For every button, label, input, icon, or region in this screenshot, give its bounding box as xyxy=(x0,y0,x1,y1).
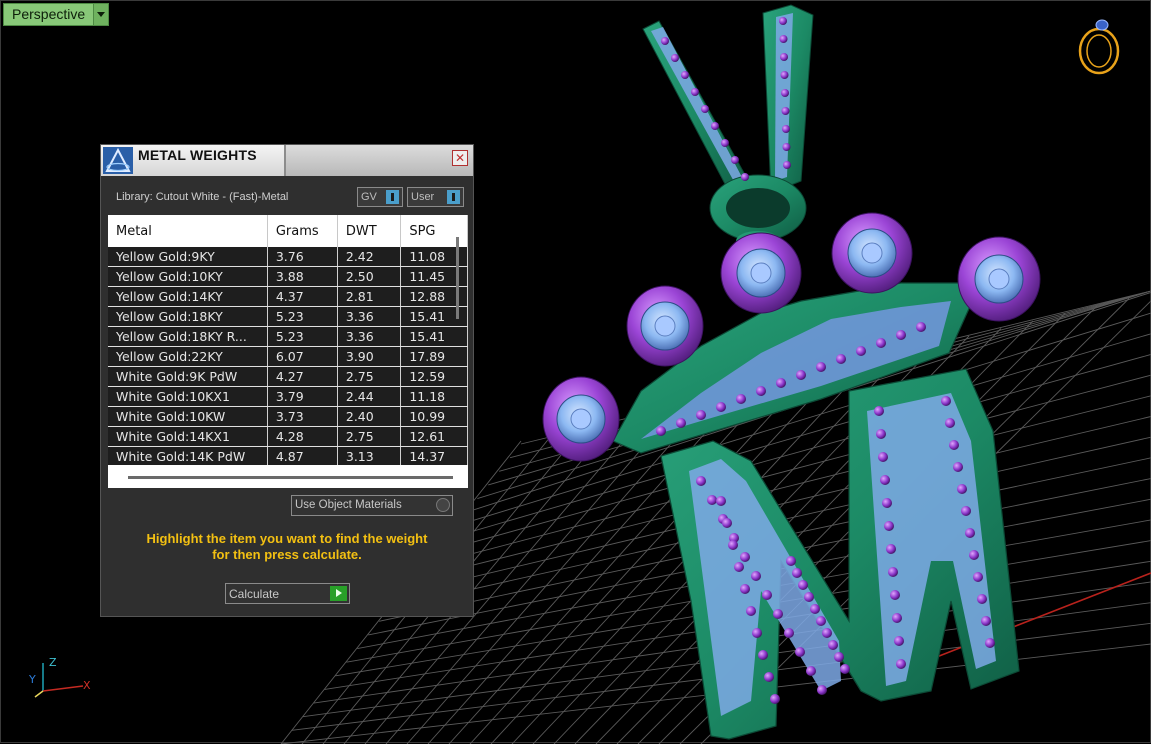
cell-spg: 11.18 xyxy=(401,387,468,407)
cell-metal: Yellow Gold:18KY R... xyxy=(108,327,267,347)
cell-dwt: 2.42 xyxy=(337,247,400,267)
table-row[interactable]: White Gold:10KW3.732.4010.99 xyxy=(108,407,468,427)
instruction-text: Highlight the item you want to find the … xyxy=(111,531,463,563)
table-row[interactable]: Yellow Gold:9KY3.762.4211.08 xyxy=(108,247,468,267)
cell-metal: Yellow Gold:18KY xyxy=(108,307,267,327)
table-row[interactable]: White Gold:14KX14.282.7512.61 xyxy=(108,427,468,447)
vertical-scrollbar[interactable] xyxy=(456,237,459,319)
cell-dwt: 3.13 xyxy=(337,447,400,467)
cell-metal: White Gold:9K PdW xyxy=(108,367,267,387)
axis-indicator: Z X Y xyxy=(23,653,103,707)
app-logo-icon xyxy=(103,147,133,174)
dropdown-arrow-icon[interactable] xyxy=(93,4,108,25)
table-row[interactable]: Yellow Gold:22KY6.073.9017.89 xyxy=(108,347,468,367)
cell-grams: 4.37 xyxy=(267,287,337,307)
table-header-row: Metal Grams DWT SPG xyxy=(108,215,468,247)
cell-grams: 3.76 xyxy=(267,247,337,267)
table-row[interactable]: White Gold:14K PdW4.873.1314.37 xyxy=(108,447,468,467)
gv-toggle[interactable]: GV xyxy=(357,187,403,207)
close-icon[interactable]: ✕ xyxy=(452,150,468,166)
viewport-label-tab[interactable]: Perspective xyxy=(3,3,109,26)
cell-dwt: 2.50 xyxy=(337,267,400,287)
cell-spg: 14.37 xyxy=(401,447,468,467)
cell-dwt: 2.44 xyxy=(337,387,400,407)
cell-dwt: 2.75 xyxy=(337,427,400,447)
axis-y-label: Y xyxy=(29,673,36,686)
cell-dwt: 3.36 xyxy=(337,307,400,327)
metal-weights-table[interactable]: Metal Grams DWT SPG Yellow Gold:9KY3.762… xyxy=(108,215,468,488)
calculate-button[interactable]: Calculate xyxy=(225,583,350,604)
panel-title-bar[interactable]: METAL WEIGHTS ✕ xyxy=(101,145,473,176)
toggle-knob-icon[interactable] xyxy=(386,190,399,204)
cell-metal: White Gold:10KX1 xyxy=(108,387,267,407)
cell-metal: White Gold:14KX1 xyxy=(108,427,267,447)
table-row[interactable]: White Gold:10KX13.792.4411.18 xyxy=(108,387,468,407)
cell-grams: 4.28 xyxy=(267,427,337,447)
panel-title-tab[interactable]: METAL WEIGHTS xyxy=(101,145,286,176)
cell-grams: 3.88 xyxy=(267,267,337,287)
table-row[interactable]: Yellow Gold:18KY5.233.3615.41 xyxy=(108,307,468,327)
cell-spg: 17.89 xyxy=(401,347,468,367)
axis-x-label: X xyxy=(83,679,91,692)
user-toggle[interactable]: User xyxy=(407,187,464,207)
cell-grams: 3.79 xyxy=(267,387,337,407)
cell-dwt: 3.36 xyxy=(337,327,400,347)
cell-metal: Yellow Gold:22KY xyxy=(108,347,267,367)
cell-grams: 6.07 xyxy=(267,347,337,367)
table-row[interactable]: Yellow Gold:18KY R...5.233.3615.41 xyxy=(108,327,468,347)
radio-icon[interactable] xyxy=(436,498,450,512)
play-icon[interactable] xyxy=(330,586,347,601)
viewport-label[interactable]: Perspective xyxy=(4,4,93,25)
cell-dwt: 2.75 xyxy=(337,367,400,387)
gv-toggle-label: GV xyxy=(358,191,377,203)
cell-metal: White Gold:14K PdW xyxy=(108,447,267,467)
cell-metal: Yellow Gold:10KY xyxy=(108,267,267,287)
cell-grams: 4.87 xyxy=(267,447,337,467)
cell-grams: 5.23 xyxy=(267,327,337,347)
use-object-materials-toggle[interactable]: Use Object Materials xyxy=(291,495,453,516)
instruction-line-2: for then press calculate. xyxy=(111,547,463,563)
column-header-dwt[interactable]: DWT xyxy=(337,215,400,247)
library-label: Library: Cutout White - (Fast)-Metal xyxy=(116,191,288,203)
ring-navigator-icon[interactable] xyxy=(1073,15,1125,77)
calculate-label: Calculate xyxy=(229,587,279,601)
user-toggle-label: User xyxy=(408,191,434,203)
toggle-knob-icon[interactable] xyxy=(447,190,460,204)
cell-spg: 10.99 xyxy=(401,407,468,427)
use-object-materials-label: Use Object Materials xyxy=(295,499,402,511)
cell-spg: 15.41 xyxy=(401,327,468,347)
horizontal-scrollbar[interactable] xyxy=(128,476,453,479)
table-row[interactable]: Yellow Gold:14KY4.372.8112.88 xyxy=(108,287,468,307)
horizontal-scroll-area xyxy=(108,465,468,488)
instruction-line-1: Highlight the item you want to find the … xyxy=(111,531,463,547)
cell-dwt: 3.90 xyxy=(337,347,400,367)
cell-metal: White Gold:10KW xyxy=(108,407,267,427)
cell-dwt: 2.81 xyxy=(337,287,400,307)
table-row[interactable]: White Gold:9K PdW4.272.7512.59 xyxy=(108,367,468,387)
cell-grams: 3.73 xyxy=(267,407,337,427)
cell-grams: 5.23 xyxy=(267,307,337,327)
cell-spg: 12.59 xyxy=(401,367,468,387)
column-header-metal[interactable]: Metal xyxy=(108,215,267,247)
3d-viewport[interactable]: Perspective Z X Y METAL WEIGHTS xyxy=(0,0,1151,743)
axis-z-label: Z xyxy=(49,656,57,669)
cell-metal: Yellow Gold:14KY xyxy=(108,287,267,307)
cell-metal: Yellow Gold:9KY xyxy=(108,247,267,267)
panel-title: METAL WEIGHTS xyxy=(138,147,257,163)
cell-grams: 4.27 xyxy=(267,367,337,387)
column-header-grams[interactable]: Grams xyxy=(267,215,337,247)
cell-dwt: 2.40 xyxy=(337,407,400,427)
cell-spg: 12.61 xyxy=(401,427,468,447)
table-row[interactable]: Yellow Gold:10KY3.882.5011.45 xyxy=(108,267,468,287)
metal-weights-panel[interactable]: METAL WEIGHTS ✕ Library: Cutout White - … xyxy=(100,144,474,617)
